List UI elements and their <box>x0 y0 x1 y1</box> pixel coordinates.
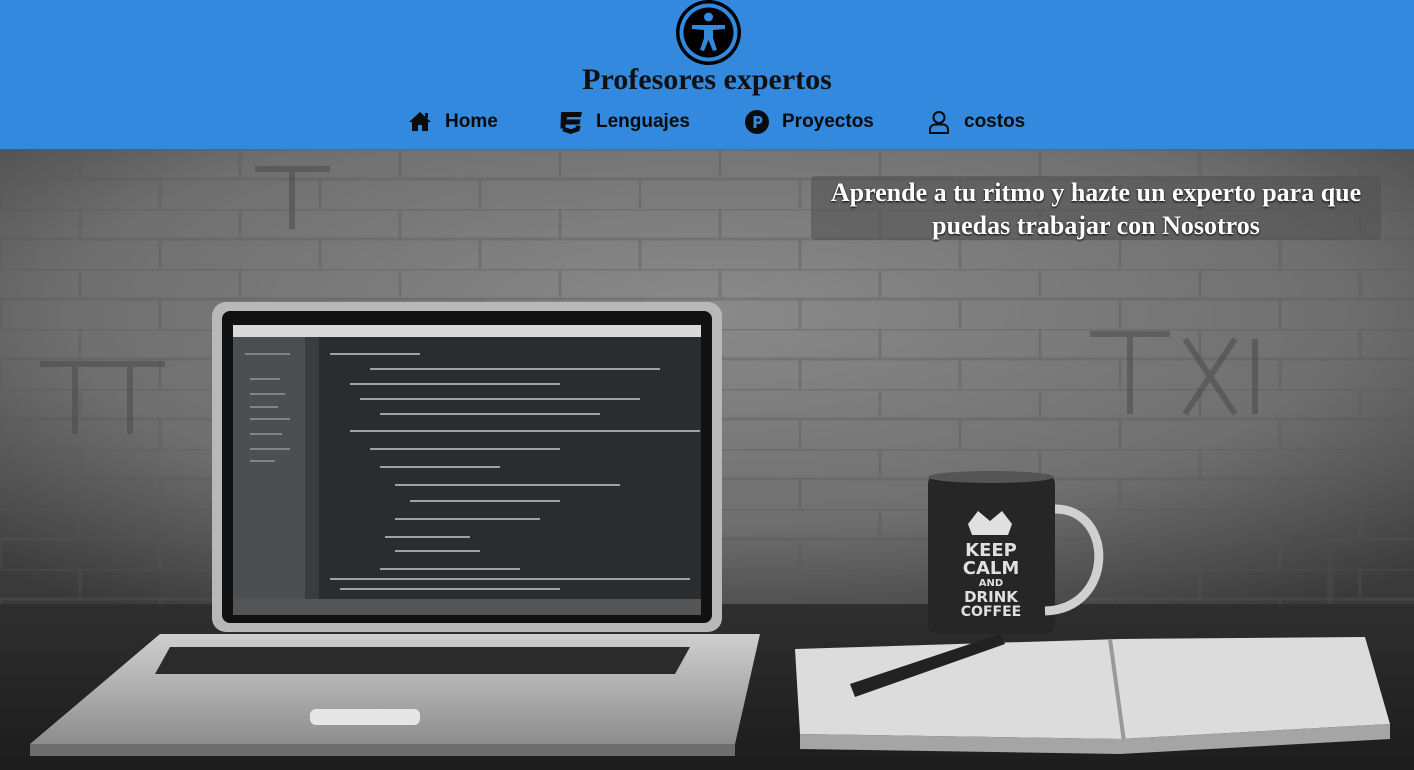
nav-item-home[interactable]: Home <box>407 106 498 138</box>
site-title: Profesores expertos <box>582 63 832 96</box>
nav-item-lenguajes[interactable]: Lenguajes <box>558 106 690 138</box>
hero-headline: Aprende a tu ritmo y hazte un experto pa… <box>811 176 1381 240</box>
home-icon <box>407 109 433 135</box>
nav-item-label: Home <box>445 111 498 132</box>
nav-item-costos[interactable]: costos <box>926 106 1025 138</box>
nav-item-label: Proyectos <box>782 111 874 132</box>
nav-item-proyectos[interactable]: Proyectos <box>744 106 874 138</box>
hero-photo: KEEP CALM AND DRINK COFFEE <box>0 149 1414 770</box>
accessibility-icon[interactable] <box>676 0 741 65</box>
nav-item-label: costos <box>964 111 1026 132</box>
mug-text-calm: CALM <box>963 558 1020 579</box>
css3-icon <box>558 109 584 135</box>
site-header: Profesores expertos Home Lenguajes Proye… <box>0 0 1414 149</box>
product-hunt-icon <box>744 109 770 135</box>
user-outline-icon <box>926 109 952 135</box>
mug-text-coffee: COFFEE <box>961 604 1021 620</box>
nav-item-label: Lenguajes <box>596 111 690 132</box>
main-nav: Home Lenguajes Proyectos costos <box>0 106 1414 138</box>
hero-banner: KEEP CALM AND DRINK COFFEE <box>0 149 1414 770</box>
